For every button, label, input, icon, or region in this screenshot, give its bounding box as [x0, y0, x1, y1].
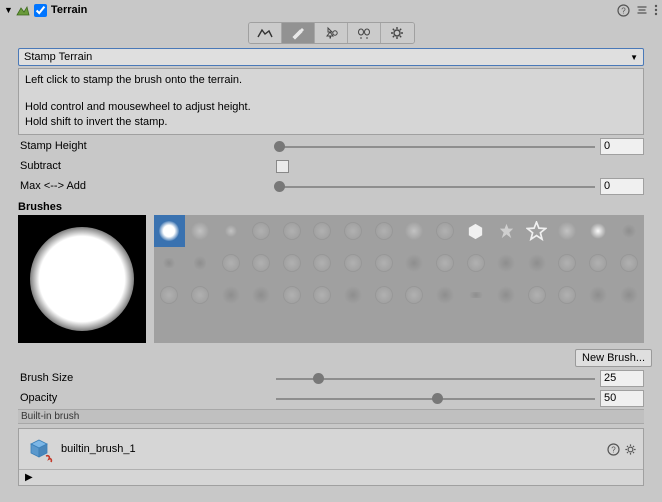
chevron-down-icon: ▼: [630, 53, 638, 62]
help-line: Left click to stamp the brush onto the t…: [25, 73, 637, 88]
opacity-field[interactable]: [600, 390, 644, 407]
stamp-height-field[interactable]: [600, 138, 644, 155]
brush-cell[interactable]: [185, 279, 216, 311]
max-add-slider[interactable]: [274, 179, 597, 193]
brush-cell[interactable]: [154, 279, 185, 311]
tool-settings-button[interactable]: [381, 23, 414, 43]
brush-cell[interactable]: [399, 215, 430, 247]
brush-cell[interactable]: [277, 215, 308, 247]
gear-icon[interactable]: [624, 443, 637, 456]
brush-cell[interactable]: [185, 247, 216, 279]
tool-paint-button[interactable]: [282, 23, 315, 43]
brush-preview: [18, 215, 146, 343]
brush-cell[interactable]: [338, 279, 369, 311]
opacity-label: Opacity: [18, 392, 274, 404]
brush-cell[interactable]: [460, 247, 491, 279]
brush-cell[interactable]: [368, 215, 399, 247]
foldout-icon[interactable]: ▼: [4, 5, 13, 15]
brush-asset-name: builtin_brush_1: [61, 443, 599, 455]
brush-cell[interactable]: [399, 247, 430, 279]
tool-raise-lower-button[interactable]: [249, 23, 282, 43]
brush-cell[interactable]: [491, 247, 522, 279]
brush-cell[interactable]: [154, 215, 185, 247]
subtract-toggle[interactable]: [276, 160, 289, 173]
tool-details-button[interactable]: [348, 23, 381, 43]
brush-cell[interactable]: [613, 247, 644, 279]
brush-cell[interactable]: [552, 279, 583, 311]
brush-cell[interactable]: [613, 279, 644, 311]
max-add-label: Max <--> Add: [18, 180, 274, 192]
brush-foldout[interactable]: ▶: [19, 469, 643, 485]
brush-cell[interactable]: [338, 215, 369, 247]
brush-cell[interactable]: [368, 279, 399, 311]
brush-cell[interactable]: [613, 215, 644, 247]
help-icon[interactable]: ?: [607, 443, 620, 456]
brush-cell[interactable]: [522, 279, 553, 311]
paint-mode-value: Stamp Terrain: [24, 51, 92, 63]
brush-size-field[interactable]: [600, 370, 644, 387]
max-add-field[interactable]: [600, 178, 644, 195]
stamp-height-slider[interactable]: [274, 139, 597, 153]
brush-cell[interactable]: [522, 215, 553, 247]
svg-text:?: ?: [621, 6, 626, 15]
brush-cell[interactable]: [430, 215, 461, 247]
svg-text:?: ?: [611, 445, 616, 454]
brush-cell[interactable]: [185, 215, 216, 247]
help-line: Hold shift to invert the stamp.: [25, 115, 637, 130]
brush-grid: [154, 215, 644, 343]
brush-cell[interactable]: [307, 215, 338, 247]
brush-cell[interactable]: [277, 279, 308, 311]
opacity-slider[interactable]: [274, 391, 597, 405]
brush-cell[interactable]: [460, 279, 491, 311]
tool-trees-button[interactable]: [315, 23, 348, 43]
brush-size-label: Brush Size: [18, 372, 274, 384]
brush-cell[interactable]: [552, 215, 583, 247]
builtin-label: Built-in brush: [18, 409, 644, 424]
preset-icon[interactable]: [636, 4, 648, 16]
help-icon[interactable]: ?: [617, 4, 630, 17]
brush-cell[interactable]: [460, 215, 491, 247]
paint-mode-dropdown[interactable]: Stamp Terrain ▼: [18, 48, 644, 66]
enable-checkbox[interactable]: [34, 4, 47, 17]
terrain-icon: [16, 3, 30, 17]
brush-cell[interactable]: [552, 247, 583, 279]
brush-cell[interactable]: [307, 247, 338, 279]
stamp-height-label: Stamp Height: [18, 140, 274, 152]
brush-cell[interactable]: [583, 279, 614, 311]
brush-cell[interactable]: [522, 247, 553, 279]
brush-cell[interactable]: [154, 247, 185, 279]
brush-cell[interactable]: [277, 247, 308, 279]
component-title: Terrain: [51, 4, 617, 16]
subtract-label: Subtract: [18, 160, 274, 172]
brush-cell[interactable]: [215, 215, 246, 247]
brush-cell[interactable]: [430, 279, 461, 311]
brush-cell[interactable]: [215, 247, 246, 279]
help-box: Left click to stamp the brush onto the t…: [18, 68, 644, 135]
brush-cell[interactable]: [399, 279, 430, 311]
brush-cell[interactable]: [215, 279, 246, 311]
brush-size-slider[interactable]: [274, 371, 597, 385]
brush-cell[interactable]: [583, 247, 614, 279]
help-line: Hold control and mousewheel to adjust he…: [25, 100, 637, 115]
brush-cell[interactable]: [583, 215, 614, 247]
brush-cell[interactable]: [338, 247, 369, 279]
brush-cell[interactable]: [491, 215, 522, 247]
brush-asset-panel: builtin_brush_1 ? ▶: [18, 428, 644, 486]
prefab-icon: [25, 435, 53, 463]
kebab-icon[interactable]: [654, 4, 658, 16]
brush-cell[interactable]: [246, 215, 277, 247]
brush-cell[interactable]: [307, 279, 338, 311]
brush-cell[interactable]: [246, 247, 277, 279]
brushes-heading: Brushes: [18, 201, 644, 213]
new-brush-button[interactable]: New Brush...: [575, 349, 652, 367]
terrain-toolbar: [248, 22, 415, 44]
brush-cell[interactable]: [491, 279, 522, 311]
brush-cell[interactable]: [246, 279, 277, 311]
brush-cell[interactable]: [368, 247, 399, 279]
brush-cell[interactable]: [430, 247, 461, 279]
